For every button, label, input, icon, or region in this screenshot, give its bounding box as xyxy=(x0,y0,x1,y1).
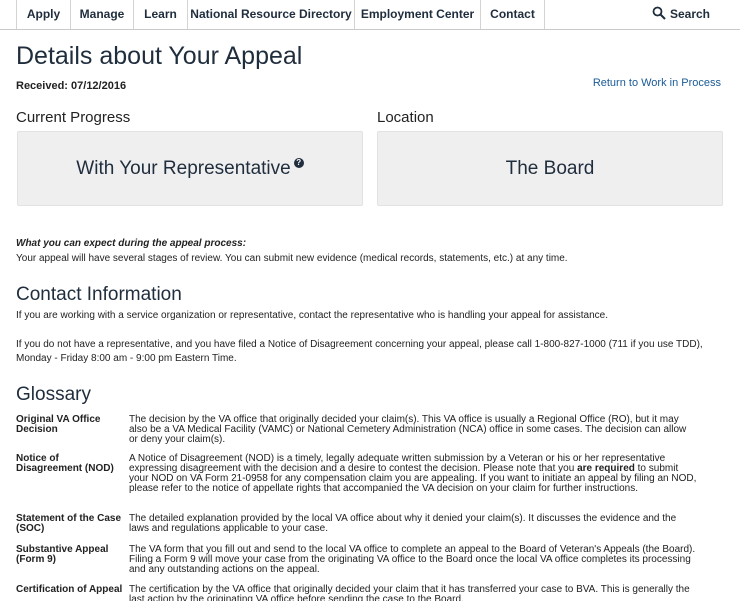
nav-national-resource-directory[interactable]: National Resource Directory xyxy=(188,0,355,29)
glossary-definition: The detailed explanation provided by the… xyxy=(129,513,677,534)
location-card: The Board xyxy=(377,131,723,206)
page-title: Details about Your Appeal xyxy=(16,42,303,70)
received-date: Received: 07/12/2016 xyxy=(16,80,127,92)
location-value: The Board xyxy=(505,158,595,179)
contact-paragraph-phone: If you do not have a representative, and… xyxy=(16,339,703,364)
glossary-term: Substantive Appeal (Form 9) xyxy=(16,544,109,565)
current-progress-card: With Your Representative? xyxy=(17,131,363,206)
nav-learn[interactable]: Learn xyxy=(134,0,188,29)
top-navigation: Apply Manage Learn National Resource Dir… xyxy=(0,0,740,30)
glossary-term: Certification of Appeal xyxy=(16,584,123,595)
current-progress-value: With Your Representative? xyxy=(18,158,362,180)
expectations-text: Your appeal will have several stages of … xyxy=(16,253,568,264)
glossary-definition: The certification by the VA office that … xyxy=(129,584,690,601)
glossary-term: Statement of the Case (SOC) xyxy=(16,513,122,534)
glossary-definition: The decision by the VA office that origi… xyxy=(129,414,687,445)
location-heading: Location xyxy=(377,109,434,126)
current-progress-heading: Current Progress xyxy=(16,109,131,126)
nav-manage[interactable]: Manage xyxy=(71,0,134,29)
contact-paragraph-representative: If you are working with a service organi… xyxy=(16,310,608,321)
glossary-definition: The VA form that you fill out and send t… xyxy=(129,544,696,575)
glossary-title: Glossary xyxy=(16,384,91,405)
search-icon xyxy=(652,6,666,20)
glossary-definition: A Notice of Disagreement (NOD) is a time… xyxy=(129,454,697,494)
contact-information-title: Contact Information xyxy=(16,284,182,305)
help-icon[interactable]: ? xyxy=(293,158,304,168)
nav-contact[interactable]: Contact xyxy=(481,0,545,29)
expectations-title: What you can expect during the appeal pr… xyxy=(16,238,247,249)
nav-apply[interactable]: Apply xyxy=(17,0,71,29)
return-to-work-in-process-link[interactable]: Return to Work in Process xyxy=(593,77,721,89)
search-label: Search xyxy=(669,7,710,21)
glossary-term: Notice of Disagreement (NOD) xyxy=(16,453,114,474)
nav-employment-center[interactable]: Employment Center xyxy=(355,0,481,29)
glossary-term: Original VA Office Decision xyxy=(16,414,101,435)
current-progress-text: With Your Representative xyxy=(76,158,291,179)
search-button[interactable]: Search xyxy=(652,0,710,29)
